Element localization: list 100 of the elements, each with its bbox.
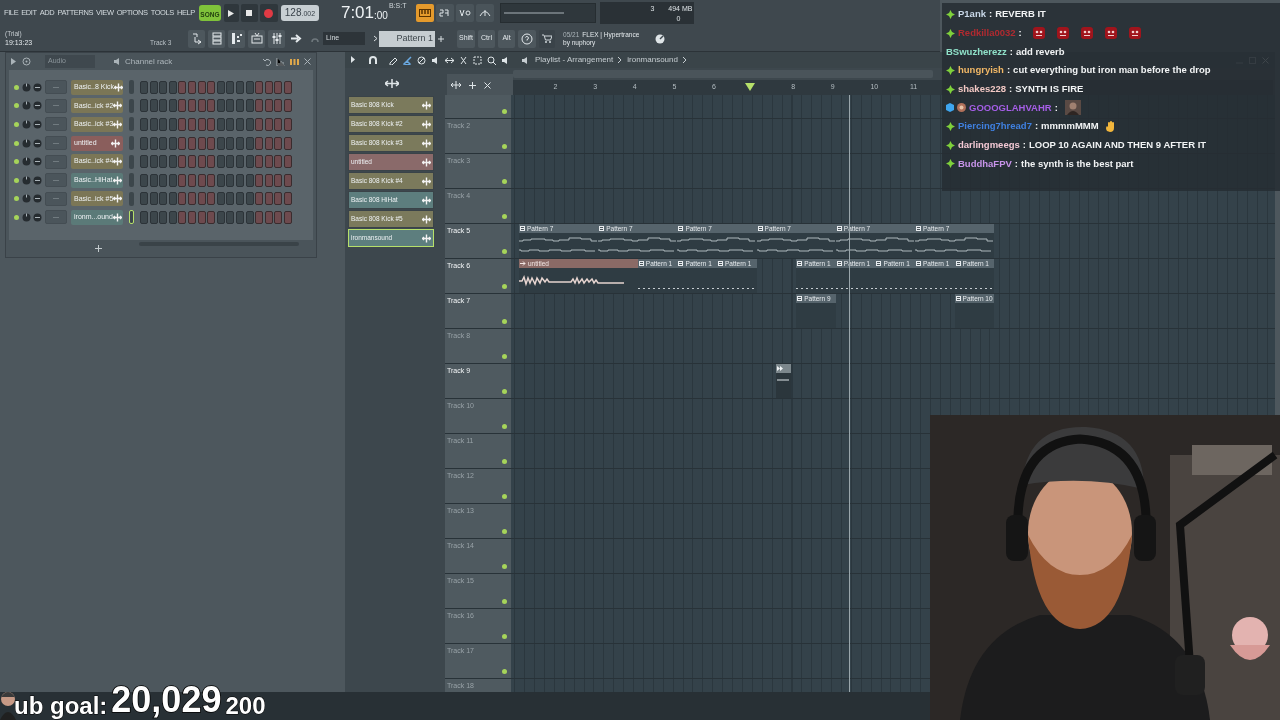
- step-button[interactable]: [255, 210, 264, 224]
- chat-username[interactable]: GOOOGLAHVAHR: [969, 100, 1052, 115]
- breadcrumb-item[interactable]: ironmansound: [627, 54, 678, 66]
- pan-knob-icon[interactable]: [22, 212, 31, 222]
- pattern-selector[interactable]: Pattern 1: [379, 30, 435, 47]
- window-button[interactable]: [188, 29, 205, 48]
- step-button[interactable]: [245, 155, 254, 169]
- step-button[interactable]: [264, 118, 273, 131]
- led-icon[interactable]: [14, 103, 19, 109]
- mute-icon[interactable]: [431, 55, 440, 65]
- volume-knob-icon[interactable]: [33, 120, 42, 129]
- add-channel-icon[interactable]: [95, 245, 102, 252]
- window-button[interactable]: [268, 29, 285, 48]
- step-button[interactable]: [140, 118, 148, 131]
- step-button[interactable]: [283, 136, 292, 150]
- step-button[interactable]: [178, 80, 187, 94]
- move-icon[interactable]: [422, 195, 431, 205]
- step-button[interactable]: [226, 192, 235, 206]
- slip-icon[interactable]: [445, 55, 454, 65]
- step-button[interactable]: [216, 173, 225, 187]
- step-button[interactable]: [178, 99, 187, 113]
- window-button[interactable]: [248, 29, 265, 48]
- close-icon[interactable]: [304, 58, 311, 65]
- expand-icon[interactable]: [11, 58, 16, 65]
- step-button[interactable]: [207, 210, 216, 224]
- pan-knob-icon[interactable]: [22, 194, 31, 204]
- led-icon[interactable]: [14, 196, 19, 202]
- step-button[interactable]: [178, 155, 187, 169]
- step-button[interactable]: [159, 155, 168, 169]
- step-button[interactable]: [149, 118, 158, 131]
- step-button[interactable]: [207, 173, 216, 187]
- step-button[interactable]: [149, 155, 158, 169]
- step-button[interactable]: [178, 136, 187, 150]
- move-icon[interactable]: [114, 82, 124, 92]
- step-button[interactable]: [264, 99, 273, 113]
- step-button[interactable]: [245, 173, 254, 187]
- step-button[interactable]: [197, 192, 206, 206]
- step-button[interactable]: [245, 192, 254, 206]
- step-button[interactable]: [226, 99, 235, 113]
- step-button[interactable]: [235, 80, 244, 94]
- led-icon[interactable]: [14, 140, 19, 146]
- step-button[interactable]: [274, 192, 283, 206]
- track-dot-icon[interactable]: [502, 284, 507, 289]
- pan-knob-icon[interactable]: [22, 175, 31, 185]
- pattern-mode-button[interactable]: [416, 4, 435, 22]
- pan-knob-icon[interactable]: [22, 82, 31, 92]
- graph-icon[interactable]: [276, 57, 285, 66]
- chat-username[interactable]: shakes228: [958, 81, 1007, 97]
- step-button[interactable]: [187, 173, 196, 187]
- track-dot-icon[interactable]: [502, 494, 507, 499]
- step-button[interactable]: [207, 136, 216, 150]
- step-button[interactable]: [216, 192, 225, 206]
- step-button[interactable]: [283, 210, 292, 224]
- help-button[interactable]: [518, 29, 536, 48]
- track-dot-icon[interactable]: [502, 354, 507, 359]
- track-dot-icon[interactable]: [502, 529, 507, 534]
- plus-icon[interactable]: [469, 81, 476, 89]
- step-button[interactable]: [168, 210, 177, 224]
- shop-button[interactable]: [539, 29, 555, 48]
- magnet-icon[interactable]: [369, 55, 378, 65]
- step-button[interactable]: [197, 173, 206, 187]
- step-button[interactable]: [283, 192, 292, 206]
- step-button[interactable]: [216, 99, 225, 113]
- step-button[interactable]: [226, 210, 235, 224]
- volume-knob-icon[interactable]: [33, 212, 42, 222]
- step-button[interactable]: [274, 136, 283, 150]
- step-button[interactable]: [159, 80, 168, 94]
- led-icon[interactable]: [14, 177, 19, 183]
- chat-username[interactable]: BuddhaFPV: [958, 156, 1012, 171]
- chat-username[interactable]: darlingmeegs: [958, 138, 1020, 153]
- step-button[interactable]: [178, 118, 187, 131]
- step-button[interactable]: [197, 118, 206, 131]
- speaker-icon[interactable]: [501, 55, 510, 65]
- step-button[interactable]: [178, 210, 187, 224]
- move-icon[interactable]: [422, 233, 431, 243]
- step-button[interactable]: [178, 192, 187, 206]
- step-button[interactable]: [245, 136, 254, 150]
- step-button[interactable]: [216, 155, 225, 169]
- step-button[interactable]: [226, 118, 235, 131]
- pan-knob-icon[interactable]: [22, 157, 31, 167]
- chat-username[interactable]: Piercing7hread7: [958, 119, 1032, 134]
- step-button[interactable]: [235, 136, 244, 150]
- step-button[interactable]: [168, 99, 177, 113]
- move-icon[interactable]: [113, 120, 123, 129]
- step-button[interactable]: [140, 192, 148, 206]
- chat-username[interactable]: hungryish: [958, 63, 1004, 78]
- step-button[interactable]: [264, 192, 273, 206]
- step-button[interactable]: [235, 118, 244, 131]
- window-button[interactable]: [208, 29, 225, 48]
- step-button[interactable]: [207, 192, 216, 206]
- volume-knob-icon[interactable]: [33, 101, 42, 111]
- volume-knob-icon[interactable]: [33, 194, 42, 204]
- step-button[interactable]: [226, 80, 235, 94]
- move-icon[interactable]: [422, 138, 431, 148]
- step-button[interactable]: [264, 173, 273, 187]
- move-icon[interactable]: [422, 100, 431, 110]
- step-button[interactable]: [283, 155, 292, 169]
- step-button[interactable]: [168, 173, 177, 187]
- step-button[interactable]: [255, 136, 264, 150]
- step-button[interactable]: [226, 173, 235, 187]
